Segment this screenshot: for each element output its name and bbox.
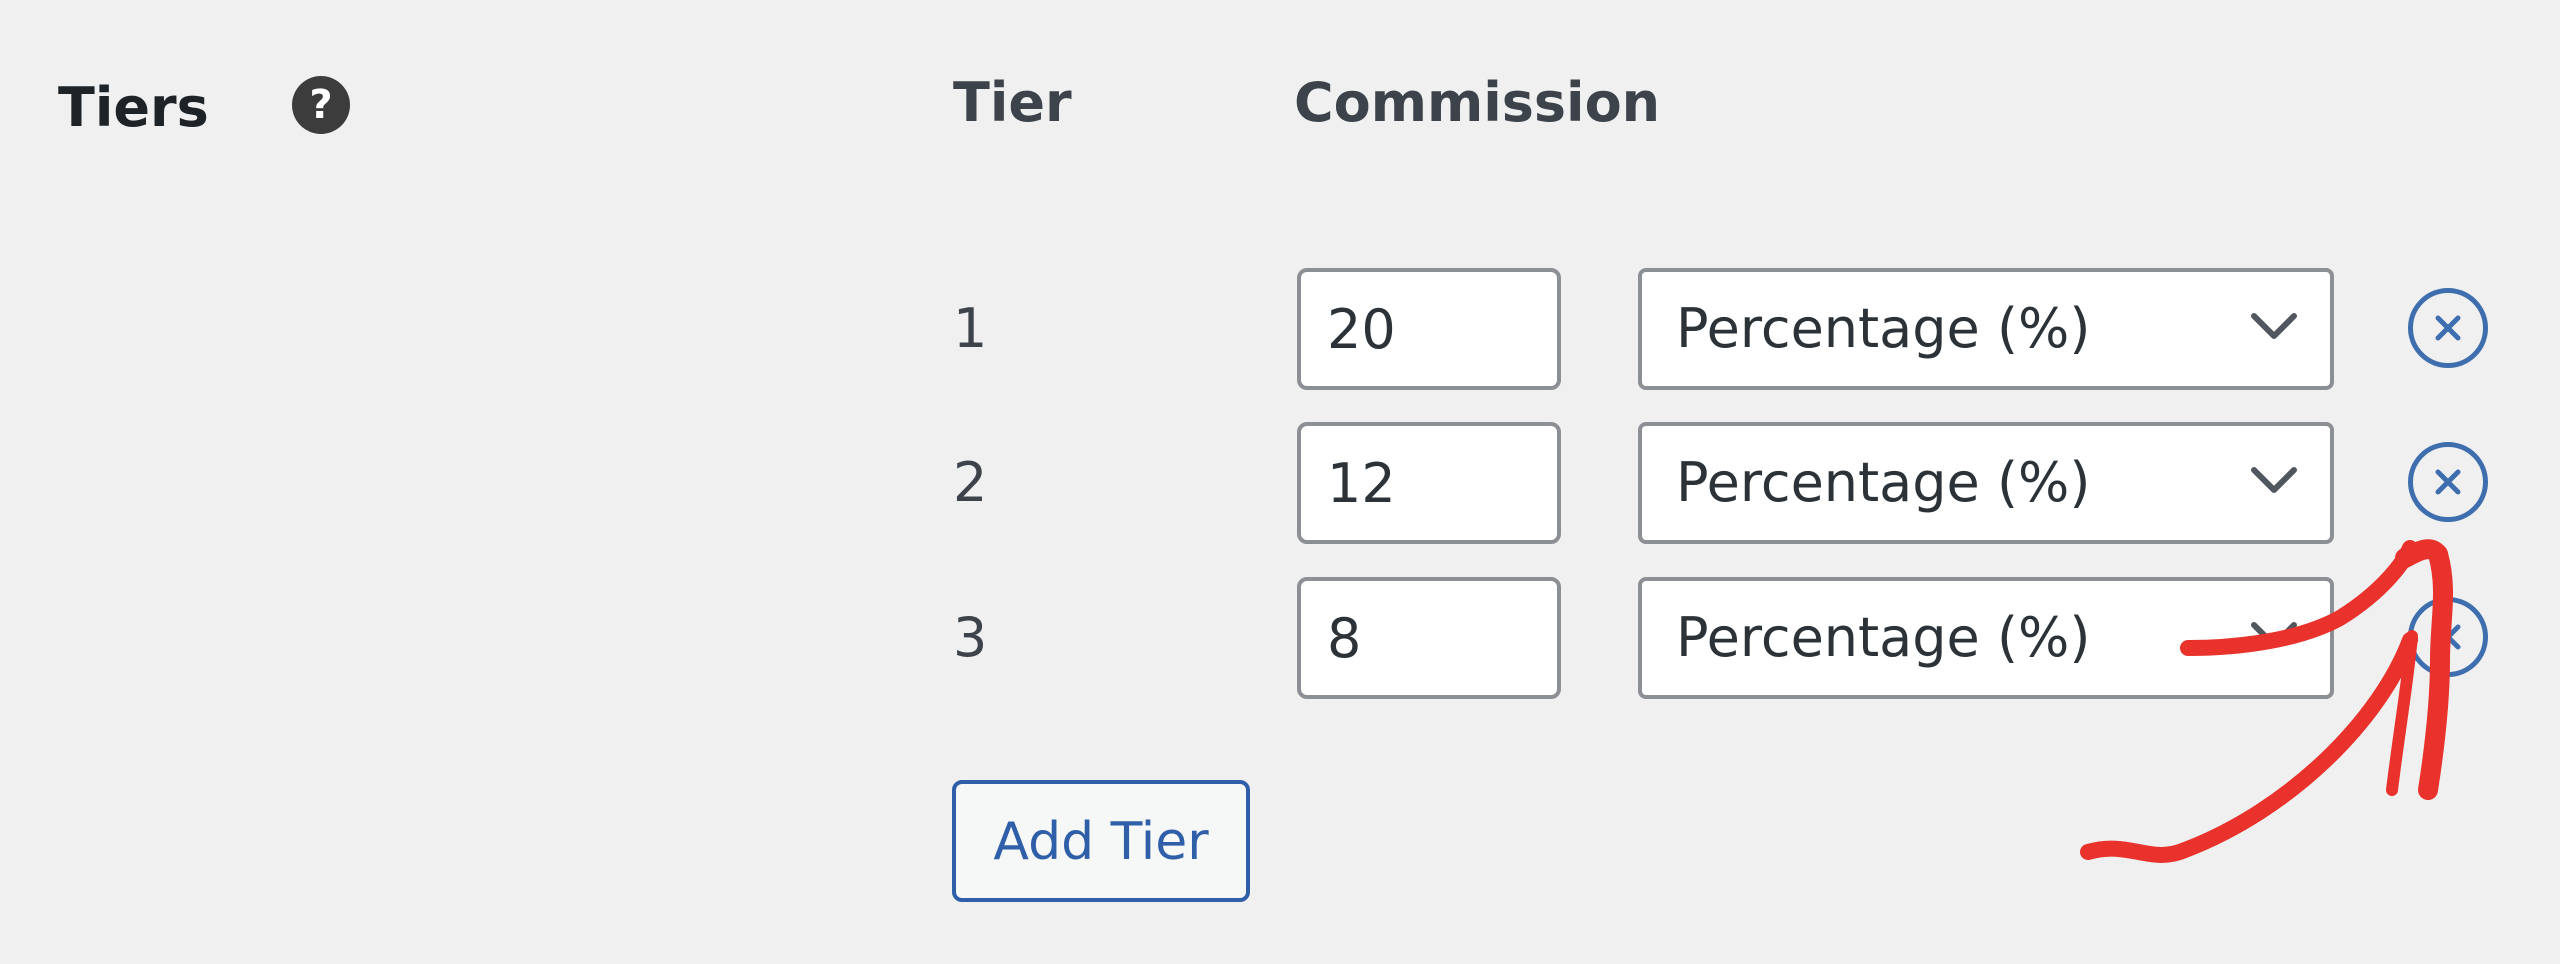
tier-number: 2	[953, 451, 988, 514]
tiers-settings-panel: Tiers ? Tier Commission 1 Percentage (%)…	[0, 0, 2560, 964]
help-icon[interactable]: ?	[292, 76, 350, 134]
commission-type-value: Percentage (%)	[1676, 606, 2091, 669]
close-icon	[2435, 624, 2461, 650]
remove-tier-button[interactable]	[2408, 442, 2488, 522]
commission-type-value: Percentage (%)	[1676, 297, 2091, 360]
chevron-down-icon	[2251, 622, 2297, 648]
remove-tier-button[interactable]	[2408, 288, 2488, 368]
tier-number: 3	[953, 606, 988, 669]
tier-column-header: Tier	[953, 71, 1072, 134]
section-label: Tiers	[58, 76, 209, 139]
chevron-down-icon	[2251, 313, 2297, 339]
commission-amount-input[interactable]	[1297, 577, 1561, 699]
commission-amount-input[interactable]	[1297, 422, 1561, 544]
chevron-down-icon	[2251, 467, 2297, 493]
tier-row: 2 Percentage (%)	[0, 422, 2560, 544]
commission-column-header: Commission	[1294, 71, 1661, 134]
tier-number: 1	[953, 297, 988, 360]
tier-row: 1 Percentage (%)	[0, 268, 2560, 390]
remove-tier-button[interactable]	[2408, 597, 2488, 677]
commission-amount-input[interactable]	[1297, 268, 1561, 390]
commission-type-value: Percentage (%)	[1676, 451, 2091, 514]
tier-row: 3 Percentage (%)	[0, 577, 2560, 699]
close-icon	[2435, 469, 2461, 495]
commission-type-select[interactable]: Percentage (%)	[1638, 268, 2334, 390]
commission-type-select[interactable]: Percentage (%)	[1638, 422, 2334, 544]
commission-type-select[interactable]: Percentage (%)	[1638, 577, 2334, 699]
close-icon	[2435, 315, 2461, 341]
add-tier-button[interactable]: Add Tier	[952, 780, 1250, 902]
